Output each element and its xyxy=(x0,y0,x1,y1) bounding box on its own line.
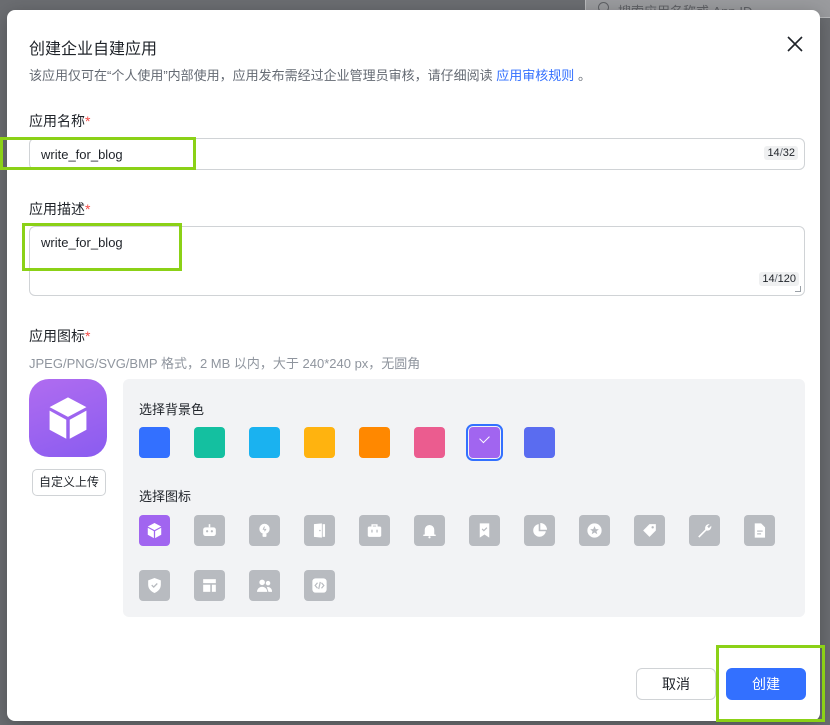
app-icon-hint: JPEG/PNG/SVG/BMP 格式，2 MB 以内，大于 240*240 p… xyxy=(29,356,421,371)
icon-option[interactable] xyxy=(249,570,280,601)
app-name-count-current: 14 xyxy=(767,147,780,159)
icon-option[interactable] xyxy=(524,515,555,546)
icon-option[interactable] xyxy=(139,515,170,546)
annotation-highlight-desc xyxy=(22,223,182,271)
app-icon-label-text: 应用图标 xyxy=(29,328,85,344)
users-icon xyxy=(256,579,273,592)
icon-option[interactable] xyxy=(414,515,445,546)
required-mark: * xyxy=(85,201,91,217)
app-icon-preview xyxy=(29,379,107,457)
app-name-label: 应用名称* xyxy=(29,111,90,131)
door-icon xyxy=(313,523,326,538)
create-app-dialog: 创建企业自建应用 该应用仅可在“个人使用”内部使用，应用发布需经过企业管理员审核… xyxy=(7,10,820,721)
dialog-notice: 该应用仅可在“个人使用”内部使用，应用发布需经过企业管理员审核，请仔细阅读 应用… xyxy=(29,65,591,84)
bell-icon xyxy=(423,524,436,539)
icon-option[interactable] xyxy=(469,515,500,546)
icon-picker-title: 选择图标 xyxy=(139,489,192,504)
layout-icon xyxy=(203,579,216,592)
color-swatch[interactable] xyxy=(466,424,503,461)
briefcase-icon xyxy=(367,524,382,537)
cube-icon xyxy=(147,522,162,539)
icon-option[interactable] xyxy=(634,515,665,546)
color-swatch[interactable] xyxy=(359,427,390,458)
app-name-char-count: 14/32 xyxy=(764,146,798,160)
color-swatch[interactable] xyxy=(414,427,445,458)
app-name-label-text: 应用名称 xyxy=(29,113,85,129)
icon-option[interactable] xyxy=(689,515,720,546)
star-badge-icon xyxy=(587,523,602,538)
app-name-count-max: 32 xyxy=(782,147,795,159)
app-desc-count-current: 14 xyxy=(762,273,775,285)
required-mark: * xyxy=(85,113,91,129)
color-swatch[interactable] xyxy=(139,427,170,458)
annotation-highlight-create xyxy=(716,645,825,722)
bg-color-swatches xyxy=(139,424,579,461)
notice-text: 该应用仅可在“个人使用”内部使用，应用发布需经过企业管理员审核，请仔细阅读 xyxy=(29,68,493,83)
color-swatch[interactable] xyxy=(194,427,225,458)
shield-check-icon xyxy=(148,577,161,594)
icon-option[interactable] xyxy=(139,570,170,601)
code-icon xyxy=(312,578,327,593)
pie-chart-icon xyxy=(533,522,548,537)
icon-option[interactable] xyxy=(304,570,335,601)
bookmark-check-icon xyxy=(479,523,490,538)
review-rules-link[interactable]: 应用审核规则 xyxy=(496,68,574,83)
dialog-title: 创建企业自建应用 xyxy=(29,41,158,58)
app-desc-char-count: 14/120 xyxy=(759,272,799,286)
icon-option[interactable] xyxy=(249,515,280,546)
color-swatch[interactable] xyxy=(249,427,280,458)
app-desc-count-max: 120 xyxy=(777,273,796,285)
color-swatch[interactable] xyxy=(524,427,555,458)
notice-end: 。 xyxy=(577,68,591,83)
app-desc-label: 应用描述* xyxy=(29,199,90,219)
required-mark: * xyxy=(85,328,91,344)
close-icon[interactable] xyxy=(785,34,805,54)
app-desc-label-text: 应用描述 xyxy=(29,201,85,217)
icon-picker-panel: 选择背景色 选择图标 xyxy=(123,379,805,617)
robot-icon xyxy=(203,524,216,537)
document-icon xyxy=(754,523,766,538)
lightbulb-icon xyxy=(259,523,270,537)
resize-handle-icon[interactable] xyxy=(795,286,801,292)
cancel-button[interactable]: 取消 xyxy=(636,668,716,700)
icon-option[interactable] xyxy=(744,515,775,546)
icon-option[interactable] xyxy=(579,515,610,546)
annotation-highlight-name xyxy=(0,137,196,170)
custom-upload-button[interactable]: 自定义上传 xyxy=(32,469,106,496)
tag-icon xyxy=(643,524,656,537)
cube-icon xyxy=(49,397,87,439)
icon-option[interactable] xyxy=(304,515,335,546)
icon-option[interactable] xyxy=(359,515,390,546)
icon-option[interactable] xyxy=(194,570,225,601)
app-icon-label: 应用图标* xyxy=(29,326,90,346)
icon-option[interactable] xyxy=(194,515,225,546)
icon-options xyxy=(139,515,799,625)
color-swatch[interactable] xyxy=(304,427,335,458)
bg-color-title: 选择背景色 xyxy=(139,402,205,417)
wrench-icon xyxy=(698,524,712,538)
